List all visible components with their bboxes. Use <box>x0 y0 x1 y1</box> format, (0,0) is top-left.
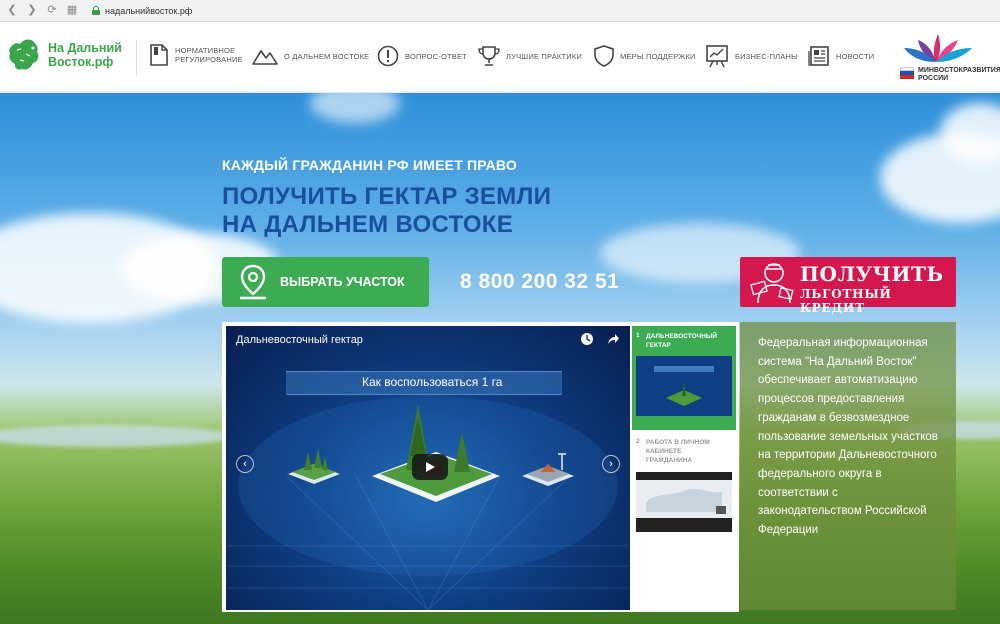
shield-icon <box>594 45 614 67</box>
nav-label: МЕРЫ ПОДДЕРЖКИ <box>620 51 696 61</box>
nav-label: НОРМАТИВНОЕ РЕГУЛИРОВАНИЕ <box>175 46 243 64</box>
russia-flag-icon <box>900 67 914 79</box>
credit-button[interactable]: ПОЛУЧИТЬ ЛЬГОТНЫЙ КРЕДИТ <box>740 257 956 315</box>
playlist-item-title[interactable]: РАБОТА В ЛИЧНОМ КАБИНЕТЕ ГРАЖДАНИНА <box>646 438 710 465</box>
hotline-phone[interactable]: 8 800 200 32 51 <box>460 270 619 294</box>
nav-label: БИЗНЕС-ПЛАНЫ <box>735 51 798 61</box>
pick-plot-button[interactable]: ВЫБРАТЬ УЧАСТОК <box>222 257 429 307</box>
nav-item-about[interactable]: О ДАЛЬНЕМ ВОСТОКЕ <box>252 47 369 65</box>
ministry-name: МИНВОСТОКРАЗВИТИЯ РОССИИ <box>918 67 1000 82</box>
nav-label: НОВОСТИ <box>836 51 875 61</box>
nav-item-regulation[interactable]: НОРМАТИВНОЕ РЕГУЛИРОВАНИЕ <box>149 44 243 66</box>
nav-item-business-plans[interactable]: БИЗНЕС-ПЛАНЫ <box>705 44 798 68</box>
newspaper-icon <box>808 46 829 66</box>
hero-section: КАЖДЫЙ ГРАЖДАНИН РФ ИМЕЕТ ПРАВО ПОЛУЧИТЬ… <box>0 93 1000 624</box>
location-pin-icon <box>240 264 266 300</box>
header-divider <box>136 40 137 76</box>
person-with-money-icon <box>750 263 794 304</box>
apps-icon[interactable]: ▦ <box>66 5 78 17</box>
nav-item-faq[interactable]: ВОПРОС-ОТВЕТ <box>377 45 467 67</box>
far-east-map-icon <box>9 39 39 70</box>
play-button[interactable] <box>412 454 448 480</box>
river <box>0 425 230 447</box>
video-title: Дальневосточный гектар <box>236 334 363 346</box>
pick-plot-label: ВЫБРАТЬ УЧАСТОК <box>280 275 405 289</box>
playlist-item-number: 1 <box>636 332 640 339</box>
logo-line1: На Дальний <box>48 41 122 55</box>
site-logo[interactable]: На Дальний Восток.рф <box>6 36 122 74</box>
document-icon <box>150 44 168 66</box>
chart-board-icon <box>706 45 728 68</box>
mountains-icon <box>252 49 278 65</box>
nav-item-news[interactable]: НОВОСТИ <box>808 45 874 67</box>
next-slide-button[interactable]: › <box>602 455 620 473</box>
nav-label: ВОПРОС-ОТВЕТ <box>405 51 467 61</box>
playlist-item-number: 2 <box>636 438 640 445</box>
lock-icon <box>92 6 100 15</box>
forward-icon[interactable]: ❯ <box>26 5 38 17</box>
video-player[interactable]: Дальневосточный гектар Как воспользовать… <box>226 326 630 610</box>
forest-platform-left <box>288 448 340 484</box>
playlist-thumbnail[interactable] <box>636 472 732 532</box>
credit-title: ПОЛУЧИТЬ <box>800 262 944 286</box>
exclamation-icon <box>377 45 399 67</box>
back-icon[interactable]: ❮ <box>6 5 18 17</box>
logo-line2: Восток.рф <box>48 55 114 69</box>
hero-headline: ПОЛУЧИТЬ ГЕКТАР ЗЕМЛИ НА ДАЛЬНЕМ ВОСТОКЕ <box>222 183 552 238</box>
cloud <box>310 93 400 123</box>
playlist-item[interactable]: 1 ДАЛЬНЕВОСТОЧНЫЙ ГЕКТАР <box>632 326 736 430</box>
video-block: Дальневосточный гектар Как воспользовать… <box>222 322 739 612</box>
video-banner-text: Как воспользоваться 1 га <box>362 375 503 389</box>
video-playlist: 1 ДАЛЬНЕВОСТОЧНЫЙ ГЕКТАР 2 РАБОТА В ЛИЧН… <box>630 322 739 612</box>
prev-slide-button[interactable]: ‹ <box>236 455 254 473</box>
play-icon <box>426 462 435 472</box>
info-panel: Федеральная информационная система "На Д… <box>740 322 956 610</box>
video-controls <box>580 332 620 346</box>
trophy-icon <box>478 46 500 66</box>
credit-subtitle: ЛЬГОТНЫЙ КРЕДИТ <box>800 287 892 315</box>
watch-later-icon[interactable] <box>580 332 594 346</box>
logo-text: На Дальний Восток.рф <box>48 41 122 69</box>
nav-label: ЛУЧШИЕ ПРАКТИКИ <box>506 51 583 61</box>
hero-kicker: КАЖДЫЙ ГРАЖДАНИН РФ ИМЕЕТ ПРАВО <box>222 157 517 173</box>
address-bar[interactable]: надальнийвосток.рф <box>86 3 198 19</box>
browser-toolbar: ❮ ❯ ⟳ ▦ надальнийвосток.рф <box>0 0 1000 22</box>
share-icon[interactable] <box>606 332 620 346</box>
url-text: надальнийвосток.рф <box>105 5 193 16</box>
forest-platform-center <box>372 404 500 502</box>
playlist-thumbnail <box>636 356 732 416</box>
playlist-item-title: ДАЛЬНЕВОСТОЧНЫЙ ГЕКТАР <box>646 333 717 349</box>
info-text: Федеральная информационная система "На Д… <box>758 337 938 537</box>
nav-label: О ДАЛЬНЕМ ВОСТОКЕ <box>284 51 370 61</box>
nav-item-support[interactable]: МЕРЫ ПОДДЕРЖКИ <box>594 45 696 67</box>
reload-icon[interactable]: ⟳ <box>46 5 58 17</box>
site-header: На Дальний Восток.рф НОРМАТИВНОЕ РЕГУЛИРО… <box>0 22 1000 93</box>
nav-item-practices[interactable]: ЛУЧШИЕ ПРАКТИКИ <box>478 45 582 67</box>
farm-platform-right <box>522 453 574 486</box>
